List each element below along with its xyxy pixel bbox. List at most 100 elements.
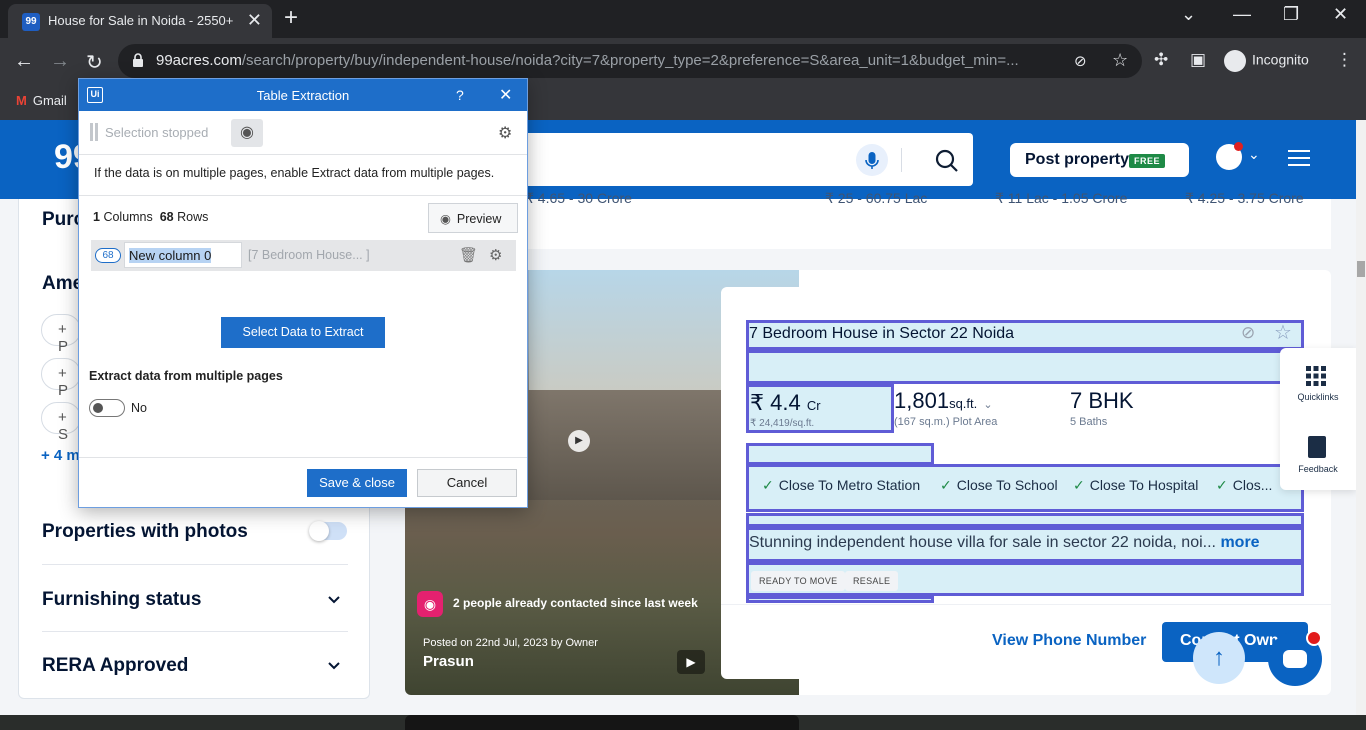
preview-button[interactable]: ◉ Preview: [428, 203, 518, 233]
chevron-down-icon[interactable]: [327, 593, 341, 607]
shortlist-star-icon[interactable]: ☆: [1274, 320, 1292, 345]
save-close-button[interactable]: Save & close: [307, 469, 407, 497]
delete-column-icon[interactable]: 🗑: [459, 246, 478, 264]
quicklinks-label[interactable]: Quicklinks: [1280, 392, 1356, 402]
minimize-button[interactable]: —: [1233, 4, 1251, 25]
cancel-button[interactable]: Cancel: [417, 469, 517, 497]
new-tab-button[interactable]: +: [284, 4, 298, 32]
url-text: 99acres.com/search/property/buy/independ…: [156, 52, 1019, 69]
free-badge: FREE: [1129, 154, 1166, 168]
amenity-chip[interactable]: + S: [41, 402, 81, 443]
incognito-label: Incognito: [1252, 51, 1309, 68]
video-play-icon[interactable]: ▶: [677, 650, 705, 674]
chevron-down-icon[interactable]: [327, 659, 341, 673]
browser-tab-bar: 99 House for Sale in Noida - 2550+ ✕ + ⌄…: [0, 0, 1366, 38]
back-button[interactable]: ←: [14, 50, 34, 73]
reload-button[interactable]: ↻: [86, 50, 103, 75]
select-data-button[interactable]: Select Data to Extract: [221, 317, 385, 348]
listing-title[interactable]: 7 Bedroom House in Sector 22 Noida: [749, 325, 1014, 343]
restore-button[interactable]: ❐: [1283, 4, 1299, 25]
rera-filter-title[interactable]: RERA Approved: [42, 655, 188, 677]
mic-icon[interactable]: [856, 144, 888, 176]
divider: [79, 457, 527, 458]
incognito-indicator[interactable]: Incognito: [1224, 50, 1309, 72]
check-icon: ✓: [762, 477, 774, 493]
listing-description: Stunning independent house villa for sal…: [749, 534, 1260, 551]
tab-search-icon[interactable]: ⌄: [1181, 4, 1196, 25]
status-tag: RESALE: [845, 571, 899, 591]
more-link[interactable]: more: [1220, 534, 1259, 551]
listing-price: ₹ 4.4 Cr: [750, 390, 821, 415]
close-tab-icon[interactable]: ✕: [247, 10, 262, 31]
posted-text: Posted on 22nd Jul, 2023 by Owner: [423, 637, 598, 649]
feedback-label[interactable]: Feedback: [1280, 464, 1356, 474]
photos-filter-label: Properties with photos: [42, 521, 248, 542]
quick-side-tab: Quicklinks Feedback: [1280, 348, 1356, 490]
info-text: If the data is on multiple pages, enable…: [94, 166, 495, 180]
help-button[interactable]: ?: [456, 87, 464, 103]
bookmark-gmail[interactable]: M Gmail: [16, 93, 67, 108]
check-icon: ✓: [1216, 477, 1228, 493]
listing-card[interactable]: ▶ ◉ 2 people already contacted since las…: [405, 270, 1331, 695]
feedback-icon[interactable]: [1308, 436, 1326, 458]
account-chevron-down-icon[interactable]: ⌄: [1248, 146, 1260, 163]
bookmark-star-icon[interactable]: ☆: [1112, 50, 1128, 71]
column-name-input[interactable]: New column 0: [124, 242, 242, 268]
browser-menu-icon[interactable]: ⋮: [1336, 50, 1353, 70]
view-phone-link[interactable]: View Phone Number: [992, 632, 1146, 650]
stat-value: ₹ 25 - 60.75 Lac: [825, 190, 928, 206]
amenity-item: ✓ Clos...: [1216, 477, 1273, 493]
pause-icon[interactable]: [90, 123, 93, 141]
divider: [721, 604, 1331, 605]
status-tag: READY TO MOVE: [751, 571, 846, 591]
search-icon[interactable]: [934, 148, 960, 174]
dialog-titlebar[interactable]: Ui Table Extraction ? ✕: [79, 79, 527, 111]
incognito-icon: [1224, 50, 1246, 72]
listing-baths: 5 Baths: [1070, 416, 1108, 428]
search-divider: [901, 148, 902, 172]
selection-highlight: [746, 443, 934, 465]
column-settings-gear-icon[interactable]: ⚙: [489, 246, 502, 264]
scrollbar-thumb[interactable]: [1357, 261, 1365, 277]
amenity-chip[interactable]: + P: [41, 314, 81, 355]
side-panel-icon[interactable]: ▣: [1190, 50, 1206, 70]
user-account-icon[interactable]: [1216, 142, 1243, 170]
extensions-icon[interactable]: ✣: [1154, 50, 1168, 70]
page-scrollbar[interactable]: [1356, 120, 1366, 715]
close-dialog-icon[interactable]: ✕: [499, 85, 512, 105]
scroll-to-top-button[interactable]: ↑: [1193, 632, 1245, 684]
hamburger-menu-icon[interactable]: [1288, 150, 1310, 166]
furnishing-filter-title[interactable]: Furnishing status: [42, 589, 201, 611]
post-property-button[interactable]: Post property FREE: [1010, 143, 1189, 177]
chatbot-icon[interactable]: [1268, 630, 1322, 686]
photos-toggle[interactable]: [309, 521, 347, 541]
quicklinks-icon[interactable]: [1306, 366, 1326, 386]
plot-area: (167 sq.m.) Plot Area: [894, 416, 998, 428]
owner-name: Prasun: [423, 653, 474, 670]
search-input[interactable]: [480, 133, 973, 186]
multi-pages-label: Extract data from multiple pages: [89, 369, 283, 383]
multi-pages-toggle[interactable]: [89, 399, 125, 417]
hide-listing-icon[interactable]: ⊘: [1241, 323, 1255, 343]
play-icon[interactable]: ▶: [568, 430, 590, 452]
tracking-eye-off-icon[interactable]: ⊘: [1074, 52, 1087, 70]
check-icon: ✓: [940, 477, 952, 493]
amenity-chip[interactable]: + P: [41, 358, 81, 399]
listing-bhk: 7 BHK: [1070, 388, 1134, 413]
column-row[interactable]: 68 New column 0 [7 Bedroom House... ] 🗑 …: [91, 240, 516, 271]
eye-icon[interactable]: ◉: [231, 119, 263, 147]
toggle-state-label: No: [131, 401, 147, 415]
column-sample: [7 Bedroom House... ]: [248, 248, 370, 262]
amenity-item: ✓ Close To Metro Station: [762, 477, 921, 493]
settings-gear-icon[interactable]: ⚙: [498, 123, 512, 143]
next-listing-photo: [405, 715, 799, 730]
address-bar[interactable]: 99acres.com/search/property/buy/independ…: [118, 44, 1142, 78]
contacted-icon: ◉: [417, 591, 443, 617]
more-amenities-link[interactable]: + 4 m: [41, 447, 80, 464]
close-window-button[interactable]: ✕: [1333, 4, 1348, 25]
divider: [42, 631, 348, 632]
table-extraction-dialog: Ui Table Extraction ? ✕ Selection stoppe…: [78, 78, 528, 508]
browser-tab[interactable]: 99 House for Sale in Noida - 2550+ ✕: [8, 4, 272, 38]
forward-button[interactable]: →: [50, 50, 70, 73]
selection-highlight: [746, 350, 1304, 384]
